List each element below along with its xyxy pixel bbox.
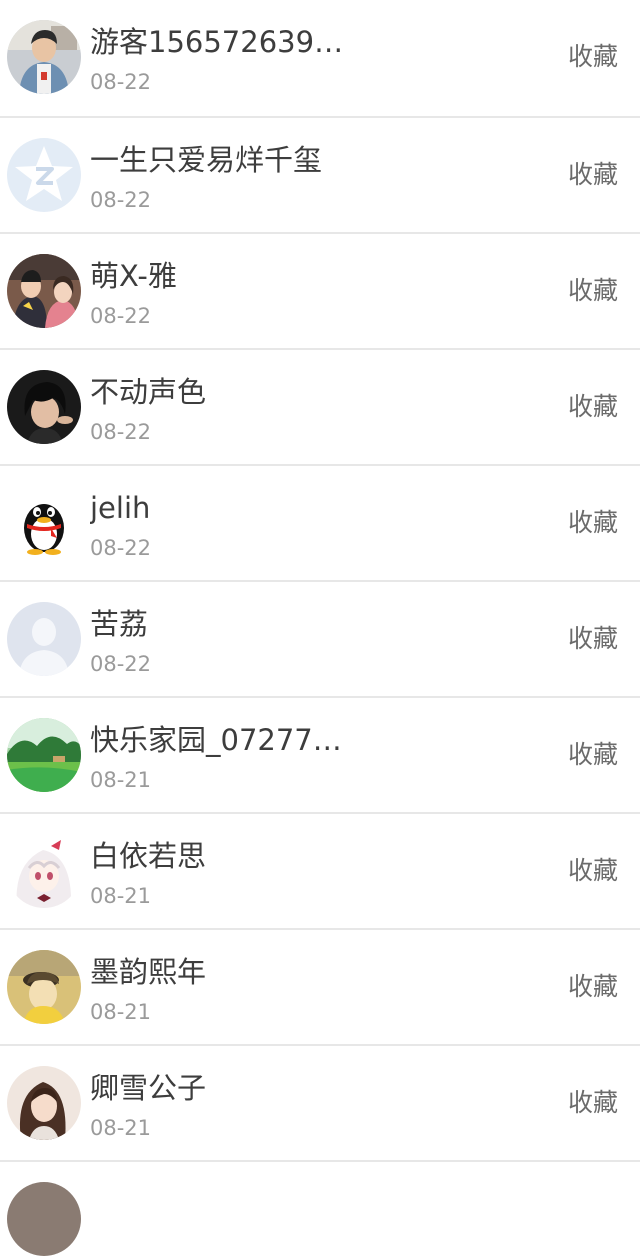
item-date: 08-22 — [90, 652, 152, 676]
item-date: 08-21 — [90, 1000, 152, 1024]
list-item[interactable]: 墨韵熙年 08-21 收藏 — [0, 928, 640, 1044]
user-name: 苦荔 — [90, 607, 149, 641]
favorite-button[interactable]: 收藏 — [568, 854, 618, 888]
user-name: 不动声色 — [90, 375, 207, 409]
user-name: jelih — [90, 491, 151, 525]
default-person-avatar[interactable] — [7, 602, 81, 676]
avatar[interactable] — [7, 1182, 81, 1256]
list-item[interactable] — [0, 1160, 640, 1256]
qq-penguin-avatar[interactable] — [7, 486, 81, 560]
favorite-button[interactable]: 收藏 — [568, 158, 618, 192]
user-name: 卿雪公子 — [90, 1071, 207, 1105]
list-item[interactable]: 游客1565726393… 08-22 收藏 — [0, 0, 640, 116]
list-item[interactable]: 苦荔 08-22 收藏 — [0, 580, 640, 696]
girl-portrait-avatar[interactable] — [7, 1066, 81, 1140]
user-list: 游客1565726393… 08-22 收藏 一生只爱易烊千玺 08-22 收藏 — [0, 0, 640, 1256]
favorite-button[interactable]: 收藏 — [568, 506, 618, 540]
favorite-button[interactable]: 收藏 — [568, 274, 618, 308]
user-name: 游客1565726393… — [90, 25, 360, 59]
photo-boy-avatar[interactable] — [7, 20, 81, 94]
favorite-button[interactable]: 收藏 — [568, 390, 618, 424]
landscape-avatar[interactable] — [7, 718, 81, 792]
item-date: 08-22 — [90, 536, 152, 560]
user-name: 墨韵熙年 — [90, 955, 207, 989]
anime-girl-avatar[interactable] — [7, 834, 81, 908]
yellow-photo-avatar[interactable] — [7, 950, 81, 1024]
list-item[interactable]: 白依若思 08-21 收藏 — [0, 812, 640, 928]
favorite-button[interactable]: 收藏 — [568, 1086, 618, 1120]
item-date: 08-22 — [90, 304, 152, 328]
user-name: 白依若思 — [90, 839, 207, 873]
favorite-button[interactable]: 收藏 — [568, 40, 618, 74]
couple-photo-avatar[interactable] — [7, 254, 81, 328]
list-item[interactable]: jelih 08-22 收藏 — [0, 464, 640, 580]
list-item[interactable]: 快乐家园_072773… 08-21 收藏 — [0, 696, 640, 812]
qzone-star-avatar[interactable] — [7, 138, 81, 212]
list-item[interactable]: 一生只爱易烊千玺 08-22 收藏 — [0, 116, 640, 232]
favorite-button[interactable]: 收藏 — [568, 738, 618, 772]
list-item[interactable]: 卿雪公子 08-21 收藏 — [0, 1044, 640, 1160]
user-name: 快乐家园_072773… — [90, 723, 360, 757]
list-item[interactable]: 不动声色 08-22 收藏 — [0, 348, 640, 464]
item-date: 08-21 — [90, 1116, 152, 1140]
favorite-button[interactable]: 收藏 — [568, 622, 618, 656]
favorite-button[interactable]: 收藏 — [568, 970, 618, 1004]
item-date: 08-21 — [90, 884, 152, 908]
dark-portrait-avatar[interactable] — [7, 370, 81, 444]
item-date: 08-22 — [90, 70, 152, 94]
item-date: 08-22 — [90, 188, 152, 212]
user-name: 萌X-雅 — [90, 259, 177, 293]
user-name: 一生只爱易烊千玺 — [90, 143, 323, 177]
list-item[interactable]: 萌X-雅 08-22 收藏 — [0, 232, 640, 348]
item-date: 08-21 — [90, 768, 152, 792]
item-date: 08-22 — [90, 420, 152, 444]
